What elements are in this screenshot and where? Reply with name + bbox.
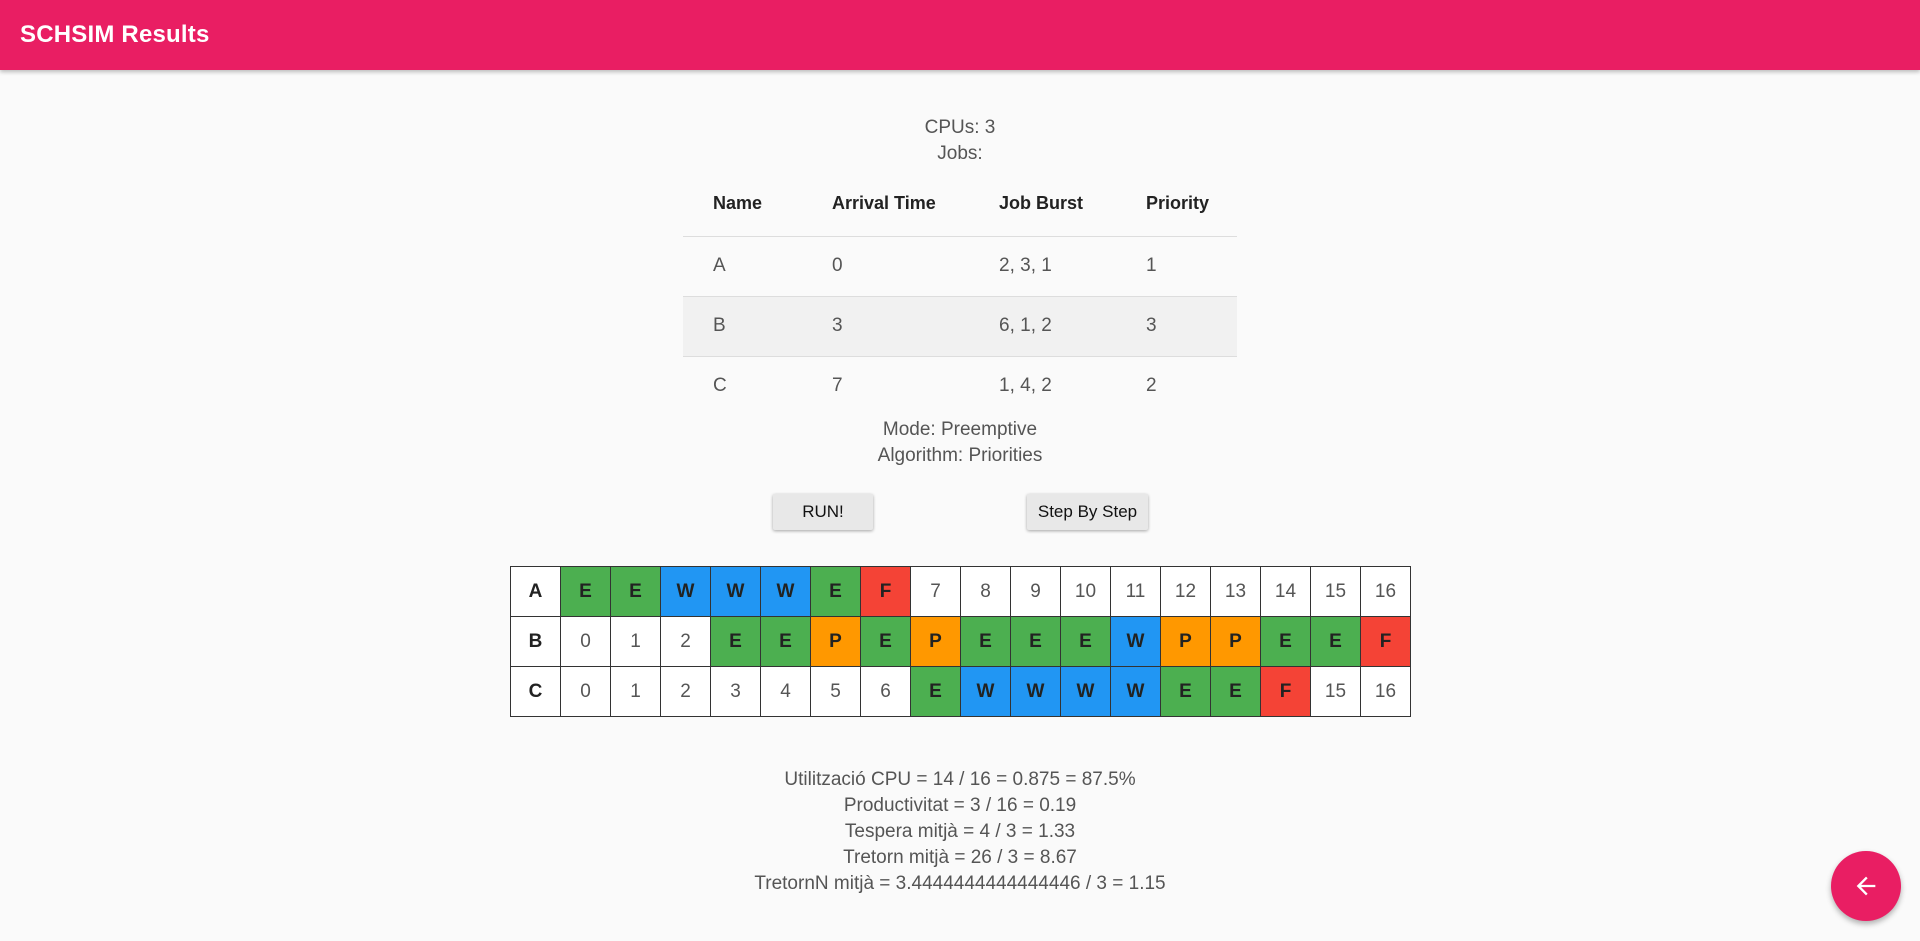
gantt-state-cell: E bbox=[1260, 616, 1311, 667]
step-by-step-button[interactable]: Step By Step bbox=[1027, 494, 1148, 530]
stat-avg-normalized-turnaround: TretornN mitjà = 3.4444444444444446 / 3 … bbox=[754, 873, 1166, 894]
gantt-state-cell: W bbox=[760, 566, 811, 617]
table-row: B 3 6, 1, 2 3 bbox=[683, 296, 1237, 357]
gantt-time-cell: 0 bbox=[560, 666, 611, 717]
gantt-state-cell: P bbox=[1160, 616, 1211, 667]
gantt-state-cell: P bbox=[910, 616, 961, 667]
job-priority: 1 bbox=[1116, 236, 1237, 297]
gantt-state-cell: E bbox=[1310, 616, 1361, 667]
gantt-row: B012EEPEPEEEWPPEEF bbox=[510, 616, 1411, 667]
gantt-state-cell: W bbox=[1110, 616, 1161, 667]
app-bar: SCHSIM Results bbox=[0, 0, 1920, 70]
jobs-table: Name Arrival Time Job Burst Priority A 0… bbox=[683, 172, 1237, 416]
cpus-text: CPUs: 3 bbox=[924, 117, 996, 138]
statistics: Utilització CPU = 14 / 16 = 0.875 = 87.5… bbox=[0, 767, 1920, 897]
gantt-state-cell: F bbox=[860, 566, 911, 617]
gantt-time-cell: 2 bbox=[660, 666, 711, 717]
gantt-time-cell: 1 bbox=[610, 616, 661, 667]
job-priority: 2 bbox=[1146, 375, 1157, 397]
gantt-time-cell: 2 bbox=[660, 616, 711, 667]
gantt-state-cell: W bbox=[1010, 666, 1061, 717]
gantt-time-cell: 13 bbox=[1210, 566, 1261, 617]
header-priority: Priority bbox=[1116, 172, 1237, 237]
stat-cpu-utilization: Utilització CPU = 14 / 16 = 0.875 = 87.5… bbox=[784, 769, 1136, 790]
job-arrival: 3 bbox=[802, 296, 969, 357]
gantt-time-cell: 5 bbox=[810, 666, 861, 717]
gantt-time-cell: 9 bbox=[1010, 566, 1061, 617]
gantt-time-cell: 14 bbox=[1260, 566, 1311, 617]
stat-avg-turnaround: Tretorn mitjà = 26 / 3 = 8.67 bbox=[843, 847, 1077, 868]
gantt-chart: A E E W W W E F 7 8 9 10 11 12 13 14 15 16 B 0 1 2 E E P E P E E E W P P… bbox=[510, 566, 1411, 717]
gantt-state-cell: W bbox=[1110, 666, 1161, 717]
gantt-state-cell: F bbox=[1360, 616, 1411, 667]
job-name: B bbox=[683, 296, 802, 357]
gantt-state-cell: E bbox=[960, 616, 1011, 667]
job-priority: 3 bbox=[1116, 296, 1237, 357]
arrow-left-icon bbox=[1856, 876, 1876, 896]
gantt-state-cell: F bbox=[1260, 666, 1311, 717]
algorithm-text: Algorithm: Priorities bbox=[877, 445, 1043, 466]
job-burst: 6, 1, 2 bbox=[969, 296, 1116, 357]
mode-info: Mode: Preemptive Algorithm: Priorities bbox=[0, 417, 1920, 469]
gantt-state-cell: E bbox=[910, 666, 961, 717]
config-info: CPUs: 3 Jobs: bbox=[0, 115, 1920, 167]
gantt-time-cell: 16 bbox=[1360, 666, 1411, 717]
gantt-time-cell: 3 bbox=[710, 666, 761, 717]
gantt-state-cell: E bbox=[560, 566, 611, 617]
gantt-time-cell: 1 bbox=[610, 666, 661, 717]
job-arrival: 0 bbox=[802, 236, 969, 297]
gantt-time-cell: 10 bbox=[1060, 566, 1111, 617]
gantt-time-cell: 15 bbox=[1310, 566, 1361, 617]
gantt-state-cell: E bbox=[1010, 616, 1061, 667]
gantt-state-cell: E bbox=[610, 566, 661, 617]
job-burst: 1, 4, 2 bbox=[999, 375, 1052, 397]
gantt-state-cell: E bbox=[760, 616, 811, 667]
gantt-state-cell: P bbox=[1210, 616, 1261, 667]
gantt-time-cell: 4 bbox=[760, 666, 811, 717]
header-job-burst: Job Burst bbox=[969, 172, 1116, 237]
gantt-state-cell: E bbox=[710, 616, 761, 667]
gantt-state-cell: W bbox=[960, 666, 1011, 717]
table-row: C 7 1, 4, 2 2 bbox=[683, 356, 1237, 416]
gantt-time-cell: 8 bbox=[960, 566, 1011, 617]
gantt-row-label: B bbox=[510, 616, 561, 667]
stat-productivity: Productivitat = 3 / 16 = 0.19 bbox=[843, 795, 1077, 816]
job-burst: 2, 3, 1 bbox=[969, 236, 1116, 297]
gantt-row: C 0 1 2 3 4 5 6 E W W W W E E F 15 16 bbox=[510, 666, 1411, 717]
gantt-row-label: A bbox=[510, 566, 561, 617]
back-button[interactable] bbox=[1831, 851, 1901, 921]
gantt-state-cell: P bbox=[810, 616, 861, 667]
gantt-state-cell: E bbox=[810, 566, 861, 617]
table-row: A 0 2, 3, 1 1 bbox=[683, 236, 1237, 297]
job-name: A bbox=[683, 236, 802, 297]
gantt-row-label: C bbox=[510, 666, 561, 717]
gantt-time-cell: 7 bbox=[910, 566, 961, 617]
gantt-time-cell: 15 bbox=[1310, 666, 1361, 717]
job-name: C bbox=[713, 375, 727, 397]
gantt-state-cell: E bbox=[1160, 666, 1211, 717]
gantt-row: A E E W W W E F 7 8 9 10 11 12 13 14 15 16 bbox=[510, 566, 1411, 617]
gantt-state-cell: W bbox=[710, 566, 761, 617]
jobs-label: Jobs: bbox=[937, 143, 983, 164]
gantt-state-cell: E bbox=[1060, 616, 1111, 667]
gantt-time-cell: 6 bbox=[860, 666, 911, 717]
gantt-state-cell: W bbox=[660, 566, 711, 617]
stat-avg-wait: Tespera mitjà = 4 / 3 = 1.33 bbox=[844, 821, 1076, 842]
mode-text: Mode: Preemptive bbox=[882, 419, 1038, 440]
gantt-state-cell: W bbox=[1060, 666, 1111, 717]
gantt-time-cell: 0 bbox=[560, 616, 611, 667]
gantt-time-cell: 16 bbox=[1360, 566, 1411, 617]
jobs-table-header-row: Name Arrival Time Job Burst Priority bbox=[683, 172, 1237, 237]
header-name: Name bbox=[683, 172, 802, 237]
gantt-time-cell: 11 bbox=[1110, 566, 1161, 617]
app-title: SCHSIM Results bbox=[20, 21, 210, 48]
gantt-time-cell: 12 bbox=[1160, 566, 1211, 617]
gantt-state-cell: E bbox=[860, 616, 911, 667]
gantt-state-cell: E bbox=[1210, 666, 1261, 717]
run-button[interactable]: RUN! bbox=[773, 494, 873, 530]
job-arrival: 7 bbox=[832, 375, 843, 397]
header-arrival-time: Arrival Time bbox=[802, 172, 969, 237]
